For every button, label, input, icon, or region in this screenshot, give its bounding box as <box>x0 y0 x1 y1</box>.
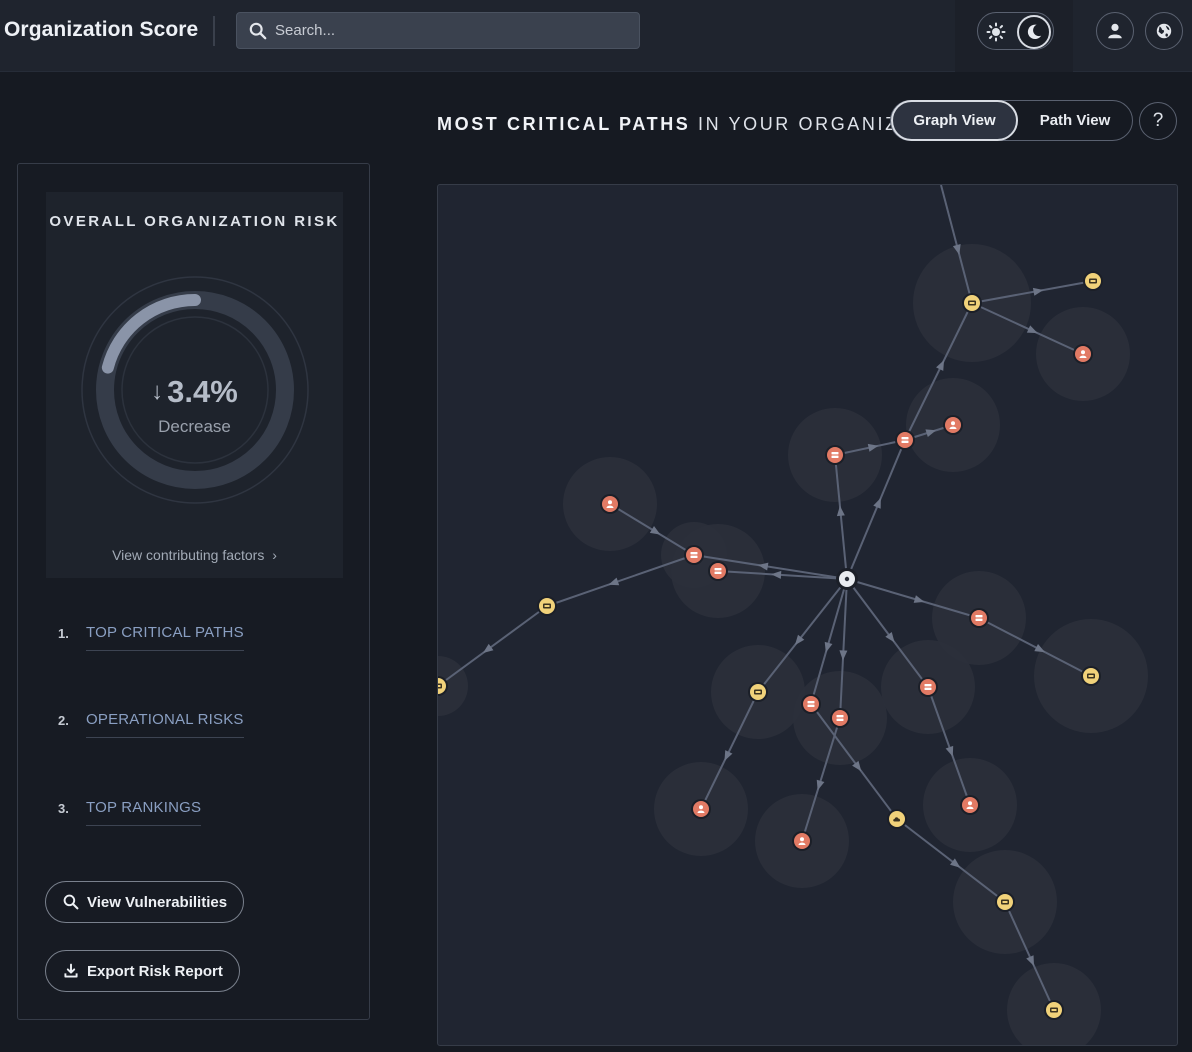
search-bar[interactable] <box>236 12 640 49</box>
graph-asset-node[interactable] <box>995 892 1015 912</box>
device-icon <box>543 603 551 609</box>
graph-entity-node[interactable] <box>943 415 963 435</box>
graph-entity-node[interactable] <box>895 430 915 450</box>
tab-path-view[interactable]: Path View <box>1018 101 1132 140</box>
device-icon <box>968 300 976 306</box>
edge-arrow-icon <box>649 526 661 535</box>
search-icon <box>249 22 267 39</box>
core-icon <box>844 576 850 582</box>
risk-change-value: ↓ 3.4% <box>151 374 238 409</box>
graph-asset-node[interactable] <box>1081 666 1101 686</box>
graph-asset-node[interactable] <box>962 293 982 313</box>
globe-icon <box>1156 23 1172 39</box>
graph-entity-node[interactable] <box>684 545 704 565</box>
edge-arrow-icon <box>913 595 925 603</box>
sun-icon <box>986 22 1006 42</box>
edge-arrow-icon <box>839 650 848 661</box>
nav-item-number: 3. <box>58 801 69 816</box>
graph-svg <box>438 185 1148 1045</box>
graph-entity-node[interactable] <box>801 694 821 714</box>
graph-asset-node[interactable] <box>887 809 907 829</box>
search-input[interactable] <box>275 22 615 39</box>
chevron-right-icon: › <box>272 547 277 563</box>
title-divider <box>213 16 215 46</box>
edge-arrow-icon <box>608 577 620 586</box>
moon-icon <box>1027 24 1042 40</box>
download-icon <box>64 963 78 978</box>
nav-item-label[interactable]: TOP CRITICAL PATHS <box>86 624 244 651</box>
edge-arrow-icon <box>771 570 782 579</box>
critical-paths-graph[interactable] <box>437 184 1178 1046</box>
edge-arrow-icon <box>1026 955 1035 966</box>
graph-asset-node[interactable] <box>537 596 557 616</box>
device-icon <box>1050 1007 1058 1013</box>
search-icon <box>63 894 79 910</box>
graph-asset-node[interactable] <box>748 682 768 702</box>
view-contributing-factors-link[interactable]: View contributing factors › <box>46 547 343 563</box>
export-risk-report-button[interactable]: Export Risk Report <box>45 950 240 992</box>
language-button[interactable] <box>1145 12 1183 50</box>
graph-entity-node[interactable] <box>600 494 620 514</box>
graph-edge <box>546 554 695 607</box>
nav-item-label[interactable]: OPERATIONAL RISKS <box>86 711 244 738</box>
view-switch: Graph View Path View <box>890 100 1133 141</box>
top-bar: Organization Score <box>0 0 1192 72</box>
risk-change-label: Decrease <box>158 417 231 436</box>
graph-center-node[interactable] <box>836 568 858 590</box>
graph-entity-node[interactable] <box>792 831 812 851</box>
device-icon <box>438 683 442 689</box>
theme-toggle[interactable] <box>977 12 1054 50</box>
node-halos <box>438 244 1148 1045</box>
app-title: Organization Score <box>4 18 199 41</box>
graph-entity-node[interactable] <box>830 708 850 728</box>
organization-risk-card: OVERALL ORGANIZATION RISK ↓ 3.4% Decrease… <box>46 192 343 578</box>
help-button[interactable]: ? <box>1139 102 1177 140</box>
edge-arrow-icon <box>816 779 825 791</box>
device-icon <box>754 689 762 695</box>
device-icon <box>1089 278 1097 284</box>
edge-arrow-icon <box>836 505 845 517</box>
edge-arrow-icon <box>824 641 833 653</box>
edge-arrow-icon <box>1026 325 1038 334</box>
graph-entity-node[interactable] <box>691 799 711 819</box>
user-icon <box>1108 23 1122 39</box>
graph-entity-node[interactable] <box>1073 344 1093 364</box>
graph-entity-node[interactable] <box>825 445 845 465</box>
device-icon <box>1087 673 1095 679</box>
graph-entity-node[interactable] <box>960 795 980 815</box>
graph-asset-node[interactable] <box>1083 271 1103 291</box>
graph-entity-node[interactable] <box>918 677 938 697</box>
tab-graph-view[interactable]: Graph View <box>891 100 1018 141</box>
risk-card-title: OVERALL ORGANIZATION RISK <box>49 213 340 230</box>
arrow-down-icon: ↓ <box>151 378 164 405</box>
section-title: MOST CRITICAL PATHS IN YOUR ORGANIZATION <box>437 114 966 134</box>
graph-asset-node[interactable] <box>1044 1000 1064 1020</box>
view-vulnerabilities-button[interactable]: View Vulnerabilities <box>45 881 245 923</box>
edge-arrow-icon <box>873 497 881 509</box>
graph-edge <box>438 605 548 687</box>
dark-mode-knob[interactable] <box>1017 15 1051 49</box>
edge-arrow-icon <box>945 745 954 757</box>
edge-arrow-icon <box>936 360 945 371</box>
left-panel: OVERALL ORGANIZATION RISK ↓ 3.4% Decrease… <box>17 163 370 1020</box>
edge-arrow-icon <box>724 750 733 761</box>
nav-item-number: 1. <box>58 626 69 641</box>
nav-item-label[interactable]: TOP RANKINGS <box>86 799 202 826</box>
graph-entity-node[interactable] <box>708 561 728 581</box>
graph-entity-node[interactable] <box>969 608 989 628</box>
device-icon <box>1001 899 1009 905</box>
user-profile-button[interactable] <box>1096 12 1134 50</box>
nav-item-number: 2. <box>58 713 69 728</box>
